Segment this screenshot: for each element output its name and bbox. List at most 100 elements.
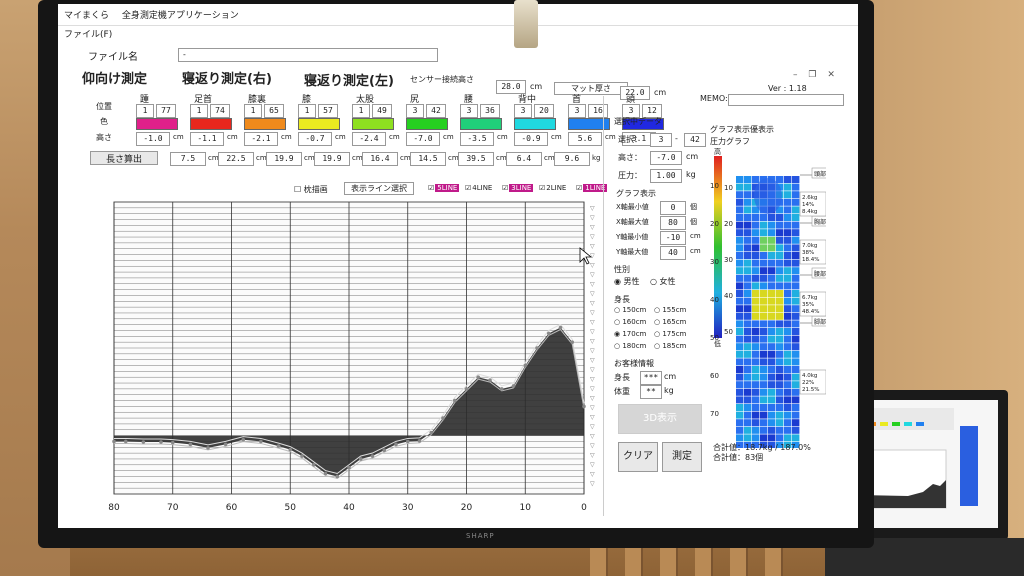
part-pos-a[interactable]: 3 (568, 104, 586, 118)
profile-point[interactable] (259, 439, 263, 444)
height-radio[interactable]: ○ 160cm (614, 318, 646, 326)
profile-point[interactable] (170, 440, 175, 445)
profile-point[interactable] (570, 340, 575, 344)
tab-graph[interactable]: グラフ表示 (710, 124, 750, 135)
file-name-field[interactable]: - (178, 48, 438, 62)
profile-point[interactable] (123, 439, 128, 444)
line-checkbox[interactable]: ☑ 3LINE (502, 184, 534, 192)
height-radio[interactable]: ○ 180cm (614, 342, 646, 350)
profile-point[interactable] (535, 346, 539, 350)
part-pos-b[interactable]: 74 (210, 104, 230, 118)
profile-point[interactable] (206, 446, 210, 450)
profile-point[interactable] (429, 430, 434, 435)
part-pos-b[interactable]: 49 (372, 104, 392, 118)
profile-point[interactable] (159, 440, 163, 444)
part-color-swatch[interactable] (460, 118, 502, 130)
height-radio[interactable]: ◉ 170cm (614, 330, 646, 338)
graph-setting-value[interactable]: 0 (660, 201, 686, 215)
part-color-swatch[interactable] (298, 118, 340, 130)
maximize-icon[interactable]: ❐ (808, 70, 816, 80)
part-pos-b[interactable]: 42 (426, 104, 446, 118)
tab-highlight[interactable]: 優表示 (750, 124, 774, 135)
pressure-map: 高低102030405010203040506070頭部胸部腰部脚部2.6kg1… (710, 148, 826, 448)
gender-female-radio[interactable]: ○ 女性 (650, 276, 676, 287)
part-pos-a[interactable]: 3 (514, 104, 532, 118)
part-pos-a[interactable]: 1 (352, 104, 370, 118)
pillow-checkbox[interactable]: ☐ 枕描画 (294, 184, 328, 195)
profile-point[interactable] (335, 474, 340, 479)
measure-button[interactable]: 測定 (662, 442, 702, 472)
part-color-swatch[interactable] (352, 118, 394, 130)
part-pos-b[interactable]: 36 (480, 104, 500, 118)
height-radio[interactable]: ○ 155cm (654, 306, 686, 314)
profile-point[interactable] (112, 439, 116, 444)
part-color-swatch[interactable] (244, 118, 286, 130)
profile-point[interactable] (417, 439, 422, 443)
profile-point[interactable] (523, 363, 528, 368)
profile-point[interactable] (300, 454, 304, 458)
profile-point[interactable] (323, 471, 328, 476)
cust-height-value[interactable]: *** (640, 371, 662, 385)
height-radio[interactable]: ○ 150cm (614, 306, 646, 314)
graph-setting-value[interactable]: 40 (660, 246, 686, 260)
calc-length-button[interactable]: 長さ算出 (90, 151, 158, 165)
graph-setting-value[interactable]: 80 (660, 216, 686, 230)
part-color-swatch[interactable] (136, 118, 178, 130)
memo-field[interactable] (728, 94, 844, 106)
graph-setting-value[interactable]: -10 (660, 231, 686, 245)
profile-point[interactable] (546, 331, 551, 336)
part-pos-b[interactable]: 77 (156, 104, 176, 118)
profile-point[interactable] (141, 440, 146, 444)
height-radio[interactable]: ○ 165cm (654, 318, 686, 326)
profile-point[interactable] (188, 442, 193, 447)
part-pos-b[interactable]: 20 (534, 104, 554, 118)
profile-point[interactable] (476, 375, 481, 379)
profile-point[interactable] (382, 448, 387, 452)
line-checkbox[interactable]: ☑2LINE (539, 184, 566, 192)
profile-point[interactable] (241, 437, 246, 442)
profile-point[interactable] (370, 454, 375, 458)
mode-turn-right[interactable]: 寝返り測定(右) (182, 68, 272, 87)
profile-point[interactable] (405, 439, 410, 444)
clear-button[interactable]: クリア (618, 442, 658, 472)
part-pos-b[interactable]: 57 (318, 104, 338, 118)
close-icon[interactable]: ✕ (827, 70, 835, 80)
minimize-icon[interactable]: – (793, 70, 798, 80)
profile-point[interactable] (311, 463, 316, 467)
height-radio[interactable]: ○ 185cm (654, 342, 686, 350)
part-pos-b[interactable]: 65 (264, 104, 284, 118)
profile-point[interactable] (358, 457, 363, 461)
profile-point[interactable] (499, 387, 504, 391)
view-3d-button[interactable]: 3D表示 (618, 404, 702, 434)
profile-point[interactable] (488, 378, 492, 382)
part-pos-a[interactable]: 1 (190, 104, 208, 118)
line-checkbox[interactable]: ☑ 5LINE (428, 184, 460, 192)
pressure-cell (744, 274, 752, 282)
profile-point[interactable] (288, 447, 293, 452)
part-pos-a[interactable]: 3 (406, 104, 424, 118)
profile-point[interactable] (394, 442, 398, 447)
part-pos-a[interactable]: 1 (136, 104, 154, 118)
profile-point[interactable] (464, 387, 469, 391)
profile-point[interactable] (276, 444, 281, 448)
profile-point[interactable] (452, 398, 457, 403)
profile-point[interactable] (223, 442, 228, 447)
menu-file[interactable]: ファイル(F) (64, 30, 112, 40)
height-radio[interactable]: ○ 175cm (654, 330, 686, 338)
part-color-swatch[interactable] (514, 118, 556, 130)
mode-supine[interactable]: 仰向け測定 (82, 68, 147, 87)
part-pos-a[interactable]: 1 (244, 104, 262, 118)
profile-point[interactable] (441, 416, 445, 420)
profile-point[interactable] (558, 325, 563, 330)
profile-point[interactable] (347, 465, 351, 470)
mode-turn-left[interactable]: 寝返り測定(左) (304, 70, 394, 89)
part-pos-a[interactable]: 1 (298, 104, 316, 118)
profile-point[interactable] (511, 384, 516, 388)
line-checkbox[interactable]: ☑4LINE (465, 184, 492, 192)
gender-male-radio[interactable]: ◉ 男性 (614, 276, 640, 287)
part-color-swatch[interactable] (190, 118, 232, 130)
profile-point[interactable] (582, 404, 586, 409)
cust-weight-value[interactable]: ** (640, 385, 662, 399)
part-pos-a[interactable]: 3 (460, 104, 478, 118)
part-color-swatch[interactable] (406, 118, 448, 130)
